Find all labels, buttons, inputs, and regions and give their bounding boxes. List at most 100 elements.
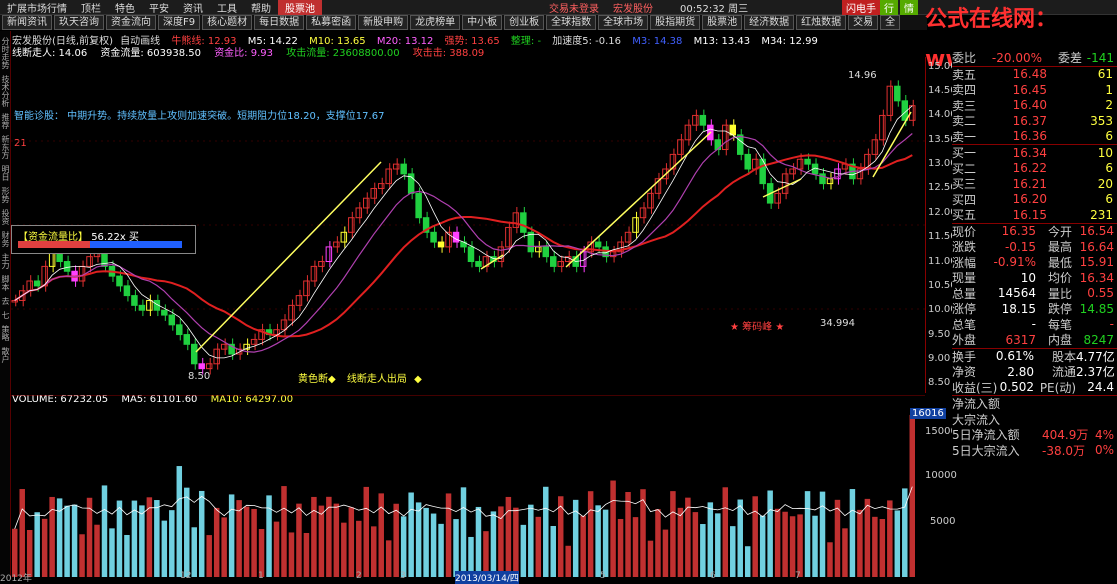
menu-item[interactable]: 平安 [142, 0, 176, 15]
volume-bar [64, 505, 70, 577]
toolbar-button[interactable]: 全 [880, 15, 901, 30]
toolbar-button[interactable]: 全球指数 [546, 15, 597, 30]
volume-bar [602, 509, 609, 577]
toolbar-button[interactable]: 股票池 [702, 15, 743, 30]
volume-bar [109, 528, 115, 577]
volume-bar [894, 510, 901, 577]
candle [363, 197, 370, 209]
date-label: 6 [710, 571, 716, 581]
left-nav-tab[interactable]: 散户 [0, 347, 11, 363]
volume-bar [864, 498, 871, 577]
candle [131, 295, 138, 306]
volume-axis-top: 16016 [910, 408, 946, 419]
volume-chart [11, 395, 925, 577]
left-nav-tab[interactable]: 推荐 [0, 113, 11, 129]
quote-row: 净流入额 [952, 397, 1001, 412]
left-nav-tab[interactable]: 七 [0, 311, 11, 319]
volume-bar [139, 505, 145, 577]
quote-row: 5日净流入额 404.9万 4% [952, 427, 1114, 443]
quote-row: 卖三 16.40 2 [952, 98, 1113, 113]
toolbar-button[interactable]: 深度F9 [158, 15, 201, 30]
volume-bar [281, 486, 287, 577]
candle [722, 124, 729, 151]
candle [33, 280, 41, 287]
menu-item[interactable]: 特色 [108, 0, 142, 15]
toolbar-button[interactable]: 核心题材 [202, 15, 253, 30]
volume-bar [774, 508, 781, 577]
volume-bar [812, 515, 818, 577]
candle [161, 309, 168, 316]
volume-bar [356, 520, 362, 577]
info-button[interactable]: 情 [900, 0, 918, 15]
left-nav-tab[interactable]: 投资 [0, 209, 11, 225]
candle [826, 178, 834, 185]
left-nav-tab[interactable]: 策略 [0, 325, 11, 341]
toolbar-button[interactable]: 股指期货 [650, 15, 701, 30]
quote-button[interactable]: 行 [880, 0, 898, 15]
toolbar-button[interactable]: 每日数据 [254, 15, 305, 30]
candle [744, 153, 751, 170]
date-bar: 2012年 12 1 2 3 2013/03/14/四 5 6 7 [0, 571, 925, 584]
toolbar-button[interactable]: 经济数据 [744, 15, 795, 30]
left-nav-tab[interactable]: 主力 [0, 253, 11, 269]
volume-bar [184, 487, 190, 577]
volume-bar [273, 521, 280, 577]
candle [116, 275, 123, 287]
left-nav-tab[interactable]: 财务 [0, 231, 11, 247]
left-nav-tab[interactable]: 技术分析 [0, 75, 11, 107]
volume-bar [318, 505, 325, 577]
menu-item[interactable]: 资讯 [176, 0, 210, 15]
volume-bar [655, 509, 661, 577]
toolbar-button[interactable]: 龙虎榜单 [410, 15, 461, 30]
quote-row: 买五 16.15 231 [952, 207, 1113, 223]
toolbar-button[interactable]: 中小板 [462, 15, 503, 30]
candle [804, 158, 811, 165]
high-price-label: 14.96 [848, 70, 877, 81]
toolbar-button[interactable]: 玖天咨询 [54, 15, 104, 30]
menu-item[interactable]: 交易未登录 [542, 0, 606, 15]
menu-item[interactable]: 股票池 [278, 0, 322, 15]
toolbar-button[interactable]: 私募密函 [306, 15, 357, 30]
left-nav-tab[interactable]: 脚本 [0, 275, 11, 291]
toolbar-button[interactable]: 全球市场 [598, 15, 649, 30]
candle [26, 280, 33, 292]
toolbar-button[interactable]: 新闻资讯 [2, 15, 52, 30]
quote-row: 现价 16.35 今开 16.54 [952, 224, 1114, 239]
volume-bar [371, 526, 377, 577]
volume-bar [228, 494, 235, 577]
left-nav-tab[interactable]: 明日 [0, 165, 11, 181]
toolbar-button[interactable]: 资金流向 [106, 15, 156, 30]
toolbar-button[interactable]: 创业板 [504, 15, 545, 30]
candle [303, 280, 310, 297]
quote-row: 买四 16.20 6 [952, 192, 1113, 207]
volume-bar [707, 502, 714, 577]
volume-bar [124, 534, 130, 577]
left-nav-tab[interactable]: 分时走势 [0, 37, 11, 69]
candle [191, 343, 198, 365]
menu-item[interactable]: 工具 [210, 0, 244, 15]
vol-axis-5000: 5000 [930, 516, 956, 527]
flash-button[interactable]: 闪电手 [842, 0, 880, 15]
menu-item[interactable]: 顶栏 [74, 0, 108, 15]
candle [871, 139, 879, 155]
candle [789, 168, 796, 175]
price-axis-tick: 8.50 [928, 377, 951, 389]
toolbar-button[interactable]: 红烛数据 [796, 15, 847, 30]
left-nav-tab[interactable]: 去 [0, 297, 11, 305]
volume-bar [789, 516, 796, 577]
volume-bar [842, 528, 848, 577]
fund-flow-box: 【资金流量比】 56.22x 买 [11, 225, 196, 254]
quote-row: 5日大宗流入 -38.0万 0% [952, 443, 1114, 458]
menu-item[interactable]: 宏发股份 [606, 0, 660, 15]
quote-row: 买三 16.21 20 [952, 176, 1113, 192]
left-nav-tab[interactable]: 新东方 [0, 135, 11, 159]
menu-item[interactable]: 扩展市场行情 [0, 0, 74, 15]
left-nav-tab[interactable]: 形势 [0, 187, 11, 203]
toolbar-button[interactable]: 交易 [848, 15, 879, 30]
volume-bar [385, 540, 392, 577]
volume-bar [408, 492, 414, 577]
toolbar-button[interactable]: 新股申购 [358, 15, 409, 30]
quote-row: 外盘 6317 内盘 8247 [952, 332, 1114, 348]
volume-bar [251, 508, 257, 577]
menu-item[interactable]: 帮助 [244, 0, 278, 15]
